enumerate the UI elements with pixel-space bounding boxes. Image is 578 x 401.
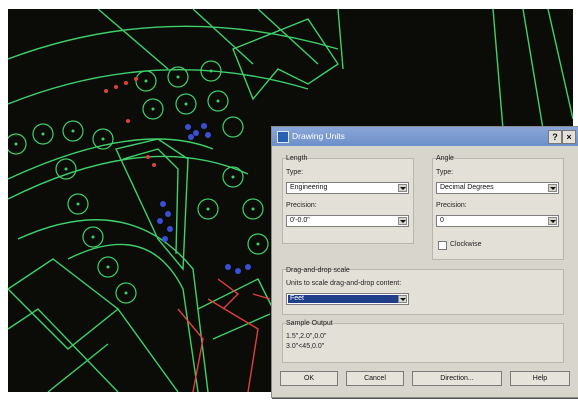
dialog-title-bar[interactable]: Drawing Units ? × <box>272 127 578 146</box>
drag-drop-scale-group <box>282 269 564 315</box>
ok-button[interactable]: OK <box>280 371 338 386</box>
length-precision-value: 0'-0.0" <box>290 217 310 224</box>
app-icon <box>277 131 289 143</box>
close-icon[interactable]: × <box>562 130 576 144</box>
chevron-down-icon[interactable] <box>548 184 557 192</box>
drawing-units-dialog: Drawing Units ? × Length Type: Engineeri… <box>271 126 578 398</box>
angle-type-dropdown[interactable]: Decimal Degrees <box>436 182 559 194</box>
drag-drop-scale-desc: Units to scale drag-and-drop content: <box>286 280 402 287</box>
cancel-button[interactable]: Cancel <box>346 371 404 386</box>
length-type-dropdown[interactable]: Engineering <box>286 182 409 194</box>
drag-drop-scale-label: Drag-and-drop scale <box>286 267 350 274</box>
drag-drop-units-value: Feet <box>288 295 400 303</box>
length-precision-label: Precision: <box>286 202 317 209</box>
length-precision-dropdown[interactable]: 0'-0.0" <box>286 215 409 227</box>
help-button[interactable]: Help <box>510 371 570 386</box>
clockwise-label: Clockwise <box>450 241 482 248</box>
chevron-down-icon[interactable] <box>548 217 557 225</box>
sample-output-line2: 3.0"<45,0.0" <box>286 343 325 350</box>
length-type-label: Type: <box>286 169 304 176</box>
angle-type-value: Decimal Degrees <box>440 184 494 191</box>
sample-output-group <box>282 323 564 363</box>
length-type-value: Engineering <box>290 184 328 191</box>
sample-output-label: Sample Output <box>286 320 333 327</box>
help-icon[interactable]: ? <box>548 130 562 144</box>
chevron-down-icon[interactable] <box>398 295 407 303</box>
length-group-label: Length <box>286 155 308 162</box>
dialog-title: Drawing Units <box>292 131 345 141</box>
sample-output-line1: 1.5",2.0",0.0" <box>286 333 327 340</box>
angle-group-label: Angle <box>436 155 454 162</box>
angle-precision-dropdown[interactable]: 0 <box>436 215 559 227</box>
chevron-down-icon[interactable] <box>398 184 407 192</box>
angle-type-label: Type: <box>436 169 454 176</box>
chevron-down-icon[interactable] <box>398 217 407 225</box>
drag-drop-units-dropdown[interactable]: Feet <box>286 293 409 305</box>
direction-button[interactable]: Direction... <box>412 371 502 386</box>
angle-precision-value: 0 <box>440 217 444 224</box>
clockwise-checkbox[interactable] <box>438 241 447 250</box>
angle-precision-label: Precision: <box>436 202 467 209</box>
